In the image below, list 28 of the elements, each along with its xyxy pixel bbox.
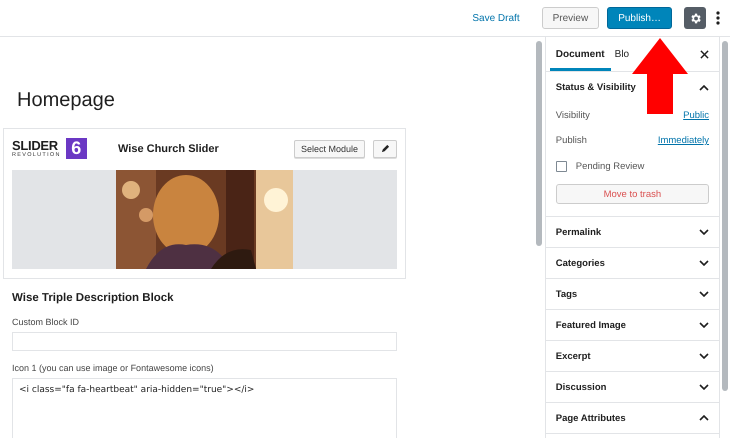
panel-header[interactable]: Permalink [546,217,720,248]
setting-label: Visibility [556,110,590,121]
slider-name: Wise Church Slider [118,142,220,154]
panel-header[interactable]: Featured Image [546,310,720,341]
textarea-field[interactable]: <i class="fa fa-heartbeat" aria-hidden="true"></i> [12,378,397,438]
checkbox-label: Pending Review [576,161,644,172]
sidebar-tab[interactable]: Blo [610,44,630,64]
panel-header[interactable]: Excerpt [546,341,720,372]
logo-badge: 6 [66,138,87,159]
panel-header[interactable]: Page Attributes [546,403,720,434]
setting-link[interactable]: Public [683,110,710,121]
panel-header[interactable]: Tags [546,279,720,310]
panel-header[interactable]: Status & Visibility [546,72,720,103]
logo-word: SLIDER [12,140,58,152]
block-heading: Wise Triple Description Block [12,292,175,304]
field-label: Custom Block ID [12,317,80,327]
save-draft-link[interactable]: Save Draft [464,12,528,24]
panel-header[interactable]: Discussion [546,372,720,403]
sidebar-tab[interactable]: Document [550,37,611,71]
setting-link[interactable]: Immediately [658,135,710,146]
move-to-trash-button[interactable]: Move to trash [556,184,710,204]
panel-header[interactable]: Categories [546,248,720,279]
preview-button[interactable]: Preview [542,7,600,29]
page-title[interactable]: Homepage [3,89,534,112]
field-label: Icon 1 (you can use image or Fontawesome icons) [12,363,215,373]
setting-label: Publish [556,135,587,146]
publish-button[interactable]: Publish… [607,7,672,29]
select-module-button[interactable]: Select Module [294,140,365,158]
